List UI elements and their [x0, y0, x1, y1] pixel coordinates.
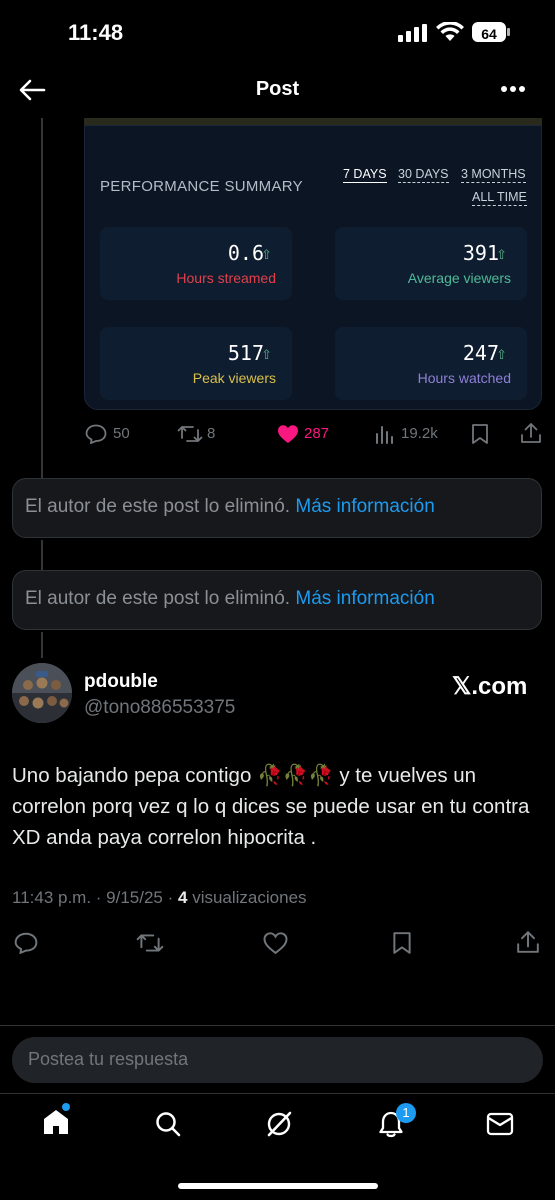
author-handle[interactable]: @tono886553375: [84, 697, 235, 719]
post-text: Uno bajando pepa contigo 🥀🥀🥀 y te vuelve…: [12, 764, 530, 849]
x-com-logo: 𝕏.com: [452, 673, 528, 700]
thread-line: [41, 540, 43, 570]
up-arrow-icon: ⇧: [496, 347, 507, 362]
repost-icon[interactable]: [177, 424, 203, 444]
bookmark-icon[interactable]: [392, 931, 412, 955]
avatar[interactable]: [12, 663, 72, 723]
metric-value: 0.6: [227, 241, 264, 265]
like-count: 287: [304, 425, 330, 442]
metric-hours-streamed: 0.6 ⇧ Hours streamed: [100, 227, 292, 300]
performance-summary-title: PERFORMANCE SUMMARY: [100, 178, 303, 195]
reply-icon[interactable]: [14, 932, 38, 954]
home-indicator[interactable]: [178, 1183, 378, 1189]
range-3-months[interactable]: 3 MONTHS: [461, 167, 526, 183]
reply-count: 50: [113, 425, 130, 442]
home-icon[interactable]: [42, 1108, 70, 1136]
views-label: visualizaciones: [187, 888, 307, 907]
views-icon[interactable]: [375, 424, 395, 444]
heart-icon[interactable]: [263, 932, 288, 954]
metric-average-viewers: 391 ⇧ Average viewers: [335, 227, 527, 300]
metric-label: Average viewers: [407, 270, 511, 286]
author-name[interactable]: pdouble: [84, 671, 158, 693]
page-title: Post: [255, 78, 300, 100]
messages-envelope-icon[interactable]: [486, 1112, 514, 1136]
wifi-icon: [436, 22, 464, 42]
share-icon[interactable]: [520, 422, 542, 444]
divider: [0, 1025, 555, 1026]
share-icon[interactable]: [516, 930, 540, 954]
battery-icon: 64: [472, 22, 506, 42]
grok-icon[interactable]: [264, 1109, 294, 1139]
notifications-badge: 1: [396, 1103, 416, 1123]
range-30-days[interactable]: 30 DAYS: [398, 167, 449, 183]
range-all-time[interactable]: ALL TIME: [472, 190, 527, 206]
metric-hours-watched: 247 ⇧ Hours watched: [335, 327, 527, 400]
battery-tip: [507, 28, 510, 36]
metric-value: 247: [462, 341, 499, 365]
post-timestamp: 11:43 p.m. · 9/15/25 ·: [12, 888, 178, 907]
deleted-post-notice: El autor de este post lo eliminó. Más in…: [12, 478, 542, 538]
home-unread-dot: [62, 1103, 70, 1111]
views-count: 19.2k: [401, 425, 438, 442]
post-meta: 11:43 p.m. · 9/15/25 · 4 visualizaciones: [12, 888, 307, 908]
range-7-days[interactable]: 7 DAYS: [343, 167, 387, 183]
metric-value: 391: [462, 241, 499, 265]
metric-label: Hours streamed: [176, 270, 276, 286]
divider: [0, 1093, 555, 1094]
deleted-post-notice: El autor de este post lo eliminó. Más in…: [12, 570, 542, 630]
more-info-link[interactable]: Más información: [295, 496, 434, 517]
status-time: 11:48: [68, 20, 124, 45]
signal-icon: [398, 24, 428, 42]
deleted-post-text: El autor de este post lo eliminó.: [25, 496, 291, 517]
deleted-post-text: El autor de este post lo eliminó.: [25, 588, 291, 609]
up-arrow-icon: ⇧: [261, 347, 272, 362]
reply-icon[interactable]: [85, 424, 107, 444]
search-icon[interactable]: [154, 1110, 182, 1138]
metric-label: Peak viewers: [192, 370, 276, 386]
more-info-link[interactable]: Más información: [295, 588, 434, 609]
up-arrow-icon: ⇧: [261, 247, 272, 262]
reply-placeholder: Postea tu respuesta: [28, 1049, 189, 1069]
reply-input[interactable]: Postea tu respuesta: [12, 1037, 543, 1083]
up-arrow-icon: ⇧: [496, 247, 507, 262]
thread-line: [41, 632, 43, 658]
metric-peak-viewers: 517 ⇧ Peak viewers: [100, 327, 292, 400]
repost-count: 8: [207, 425, 216, 442]
thread-line: [41, 118, 43, 478]
more-options-icon[interactable]: [500, 85, 526, 93]
bookmark-icon[interactable]: [471, 423, 489, 445]
metric-label: Hours watched: [417, 370, 511, 386]
heart-filled-icon[interactable]: [277, 424, 299, 444]
repost-icon[interactable]: [136, 932, 164, 954]
metric-value: 517: [227, 341, 264, 365]
